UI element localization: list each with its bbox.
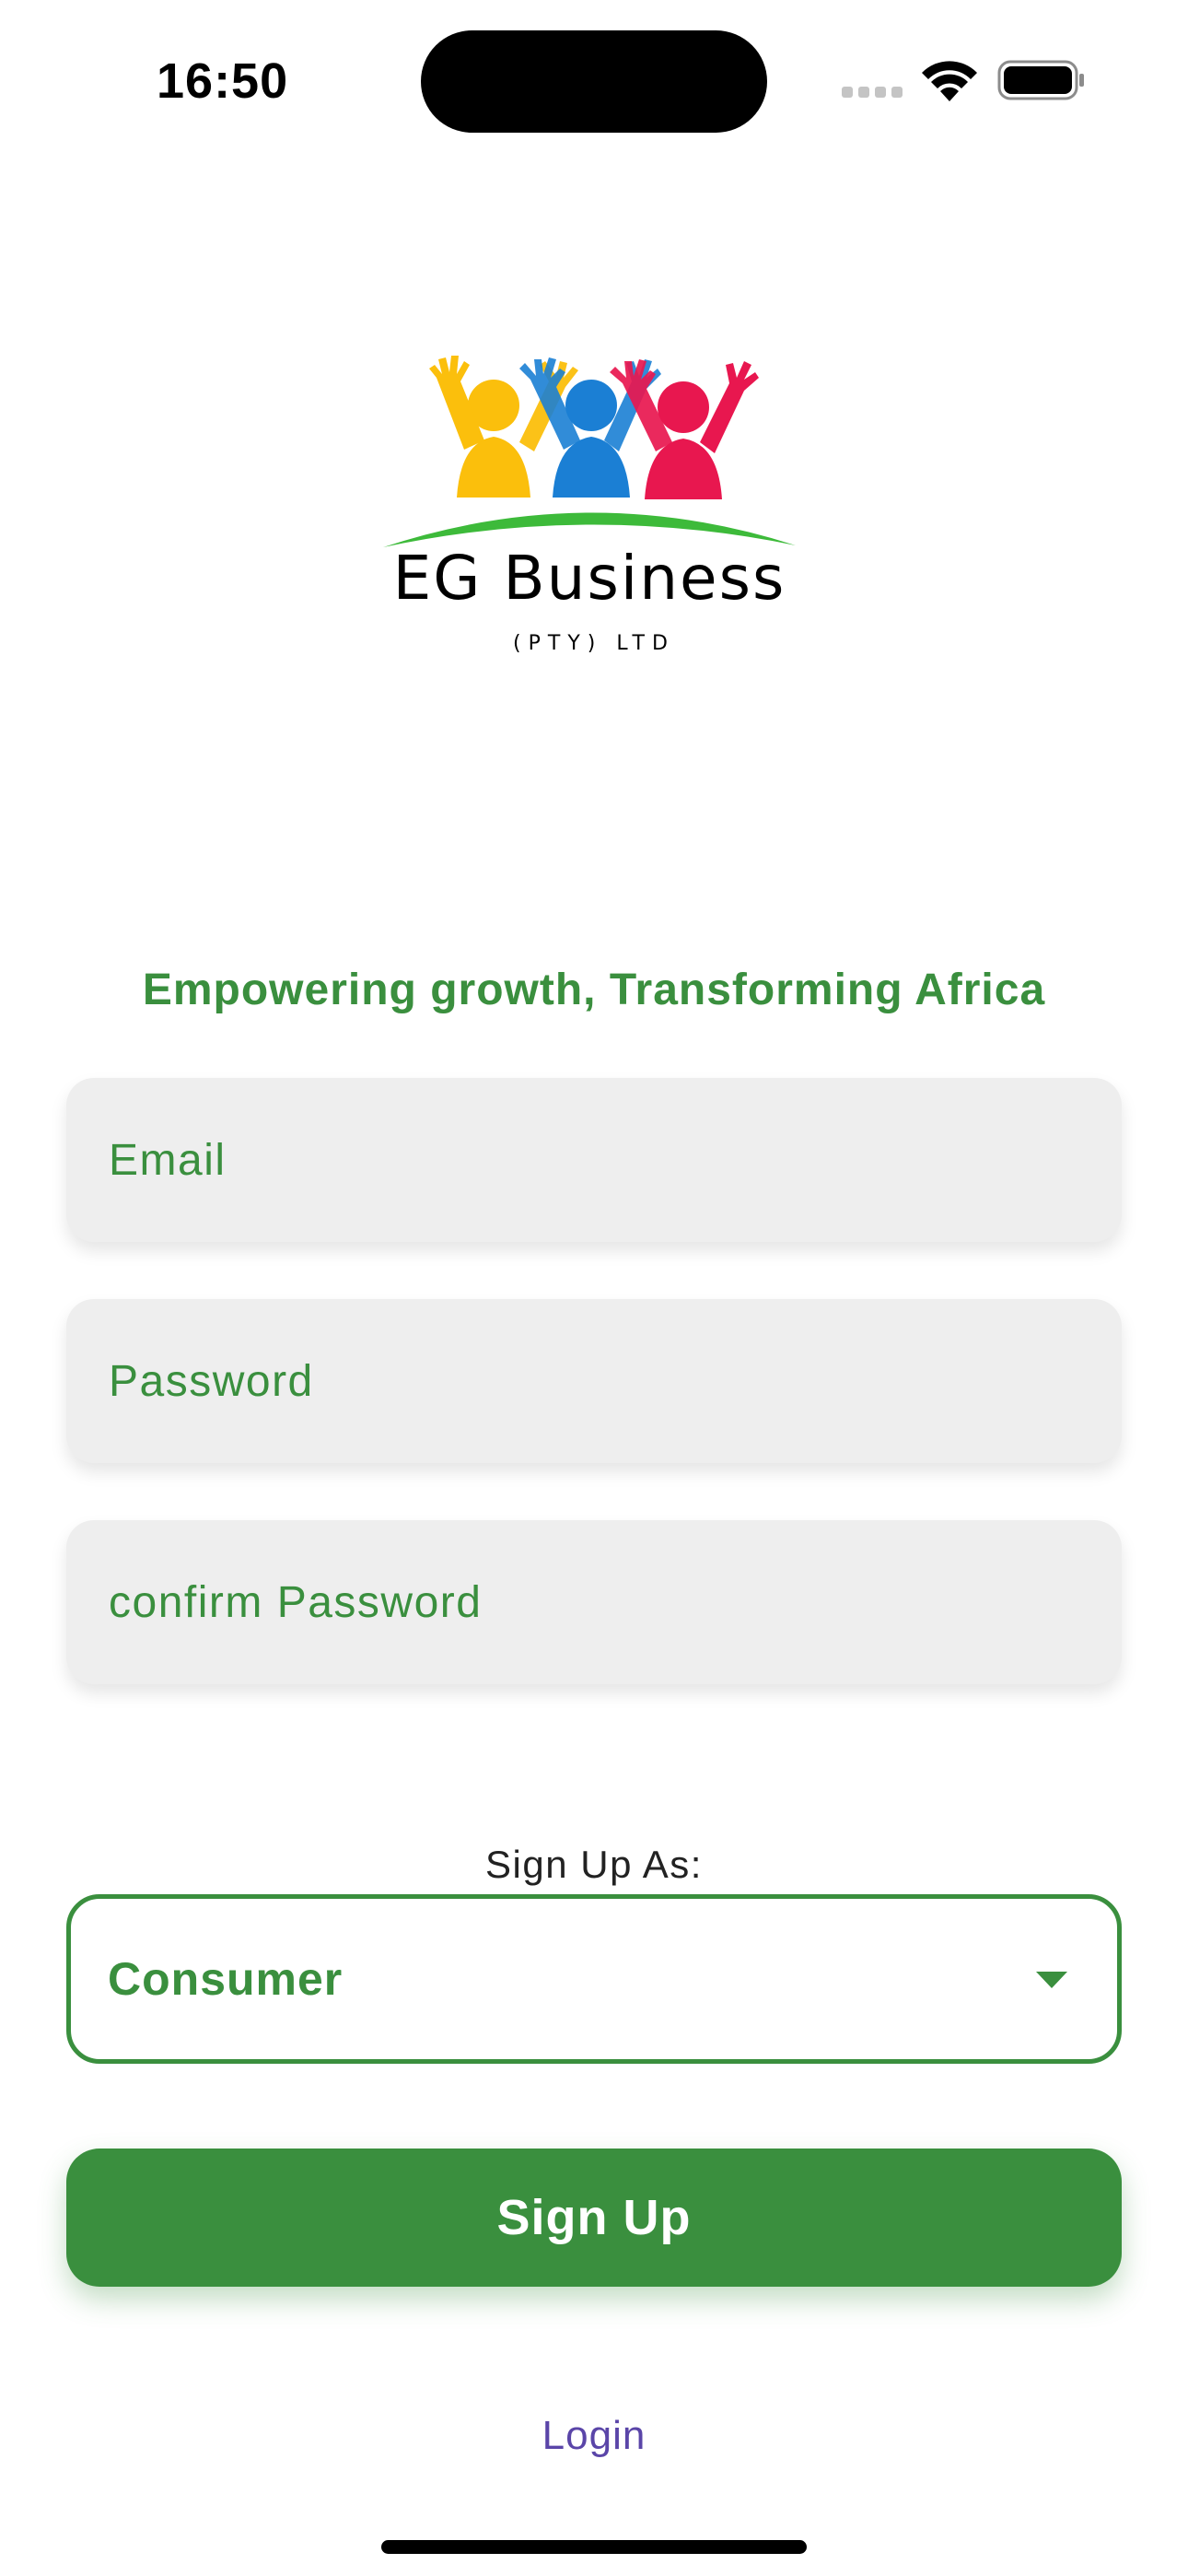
logo-figure-red [610,359,759,499]
dynamic-island [421,30,767,133]
email-field[interactable] [66,1078,1122,1242]
battery-icon [997,60,1084,100]
email-field-container [66,1078,1122,1242]
password-field[interactable] [66,1299,1122,1463]
signup-button[interactable]: Sign Up [66,2149,1122,2287]
wifi-icon [922,61,977,101]
confirm-password-field-container [66,1520,1122,1684]
tagline: Empowering growth, Transforming Africa [142,966,1046,1014]
signup-as-label: Sign Up As: [485,1843,703,1886]
confirm-password-field[interactable] [66,1520,1122,1684]
logo-title: EG Business [392,543,786,614]
cellular-signal-icon [842,87,903,98]
login-link[interactable]: Login [0,2406,1188,2465]
chevron-down-icon [1036,1972,1067,1988]
role-dropdown[interactable]: Consumer [66,1894,1122,2064]
status-time: 16:50 [157,53,289,109]
logo-subtitle: (PTY) LTD [513,632,675,655]
home-indicator [381,2540,807,2554]
password-field-container [66,1299,1122,1463]
role-dropdown-value: Consumer [108,1953,344,2005]
